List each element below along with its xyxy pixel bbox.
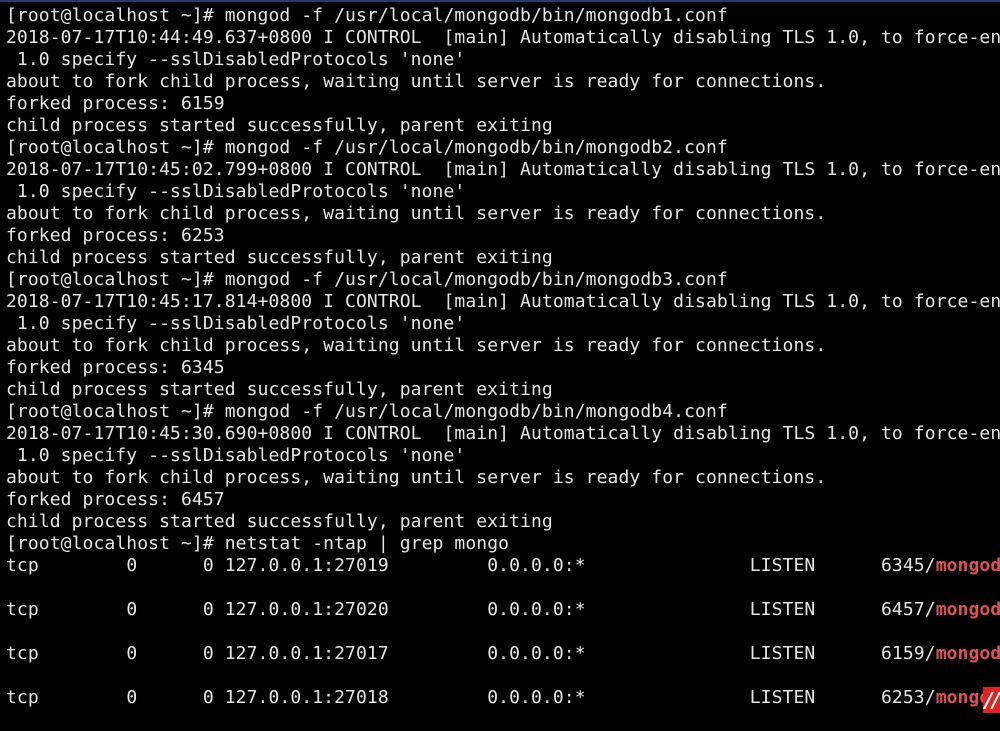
- netstat-pid: 6253/: [881, 687, 936, 708]
- output-line: 1.0 specify --sslDisabledProtocols 'none…: [6, 313, 466, 334]
- netstat-foreign-address: 0.0.0.0:*: [487, 687, 586, 708]
- output-line: child process started successfully, pare…: [6, 511, 553, 532]
- command-line: [root@localhost ~]# mongod -f /usr/local…: [6, 269, 1000, 291]
- netstat-row: tcp 0 0 127.0.0.1:27020 0.0.0.0:* LISTEN…: [6, 599, 1000, 621]
- command-text: mongod -f /usr/local/mongodb/bin/mongodb…: [224, 5, 728, 26]
- netstat-program: mongod: [935, 555, 1000, 576]
- command-line: [root@localhost ~]# mongod -f /usr/local…: [6, 137, 1000, 159]
- output-line: child process started successfully, pare…: [6, 379, 553, 400]
- command-text: mongod -f /usr/local/mongodb/bin/mongodb…: [224, 137, 728, 158]
- shell-prompt: [root@localhost ~]#: [6, 401, 225, 422]
- netstat-program: mongod: [935, 599, 1000, 620]
- command-text: netstat -ntap | grep mongo: [224, 533, 510, 554]
- output-line: about to fork child process, waiting unt…: [6, 71, 827, 92]
- netstat-state: LISTEN: [749, 555, 816, 576]
- watermark-logo-icon: //: [983, 687, 1000, 713]
- netstat-proto: tcp: [6, 687, 39, 708]
- netstat-state: LISTEN: [749, 643, 816, 664]
- command-text: mongod -f /usr/local/mongodb/bin/mongodb…: [224, 269, 728, 290]
- netstat-state: LISTEN: [749, 599, 816, 620]
- netstat-state: LISTEN: [749, 687, 816, 708]
- output-line: child process started successfully, pare…: [6, 247, 553, 268]
- netstat-local-address: 127.0.0.1:27017: [224, 643, 389, 664]
- netstat-program: mongod: [935, 643, 1000, 664]
- command-text: mongod -f /usr/local/mongodb/bin/mongodb…: [224, 401, 728, 422]
- netstat-pid: 6345/: [881, 555, 936, 576]
- netstat-row: tcp 0 0 127.0.0.1:27019 0.0.0.0:* LISTEN…: [6, 555, 1000, 577]
- output-line: 1.0 specify --sslDisabledProtocols 'none…: [6, 445, 466, 466]
- output-line: 2018-07-17T10:44:49.637+0800 I CONTROL […: [6, 27, 1000, 48]
- output-line: forked process: 6457: [6, 489, 225, 510]
- shell-prompt: [root@localhost ~]#: [6, 137, 225, 158]
- netstat-recvq: 0: [126, 687, 138, 708]
- netstat-foreign-address: 0.0.0.0:*: [487, 643, 586, 664]
- netstat-row: tcp 0 0 127.0.0.1:27018 0.0.0.0:* LISTEN…: [6, 687, 1000, 709]
- output-line: about to fork child process, waiting unt…: [6, 467, 827, 488]
- output-line: forked process: 6253: [6, 225, 225, 246]
- netstat-local-address: 127.0.0.1:27020: [224, 599, 389, 620]
- output-line: child process started successfully, pare…: [6, 115, 553, 136]
- output-line: about to fork child process, waiting unt…: [6, 203, 827, 224]
- window-top-border: [0, 0, 1000, 2]
- netstat-foreign-address: 0.0.0.0:*: [487, 555, 586, 576]
- netstat-sendq: 0: [202, 599, 214, 620]
- shell-prompt: [root@localhost ~]#: [6, 533, 225, 554]
- output-line: 2018-07-17T10:45:30.690+0800 I CONTROL […: [6, 423, 1000, 444]
- netstat-proto: tcp: [6, 599, 39, 620]
- shell-prompt: [root@localhost ~]#: [6, 5, 225, 26]
- netstat-local-address: 127.0.0.1:27018: [224, 687, 389, 708]
- command-line: [root@localhost ~]# mongod -f /usr/local…: [6, 5, 1000, 27]
- shell-prompt: [root@localhost ~]#: [6, 269, 225, 290]
- output-line: 2018-07-17T10:45:02.799+0800 I CONTROL […: [6, 159, 1000, 180]
- output-line: forked process: 6159: [6, 93, 225, 114]
- netstat-foreign-address: 0.0.0.0:*: [487, 599, 586, 620]
- output-line: forked process: 6345: [6, 357, 225, 378]
- netstat-sendq: 0: [202, 687, 214, 708]
- output-line: about to fork child process, waiting unt…: [6, 335, 827, 356]
- netstat-proto: tcp: [6, 643, 39, 664]
- netstat-proto: tcp: [6, 555, 39, 576]
- netstat-recvq: 0: [126, 643, 138, 664]
- output-line: 1.0 specify --sslDisabledProtocols 'none…: [6, 181, 466, 202]
- netstat-sendq: 0: [202, 555, 214, 576]
- output-line: 2018-07-17T10:45:17.814+0800 I CONTROL […: [6, 291, 1000, 312]
- netstat-recvq: 0: [126, 555, 138, 576]
- netstat-local-address: 127.0.0.1:27019: [224, 555, 389, 576]
- command-line: [root@localhost ~]# mongod -f /usr/local…: [6, 401, 1000, 423]
- netstat-recvq: 0: [126, 599, 138, 620]
- command-line: [root@localhost ~]# netstat -ntap | grep…: [6, 533, 1000, 555]
- netstat-pid: 6159/: [881, 643, 936, 664]
- netstat-pid: 6457/: [881, 599, 936, 620]
- terminal-output[interactable]: [root@localhost ~]# mongod -f /usr/local…: [6, 5, 1000, 731]
- netstat-sendq: 0: [202, 643, 214, 664]
- netstat-row: tcp 0 0 127.0.0.1:27017 0.0.0.0:* LISTEN…: [6, 643, 1000, 665]
- output-line: 1.0 specify --sslDisabledProtocols 'none…: [6, 49, 466, 70]
